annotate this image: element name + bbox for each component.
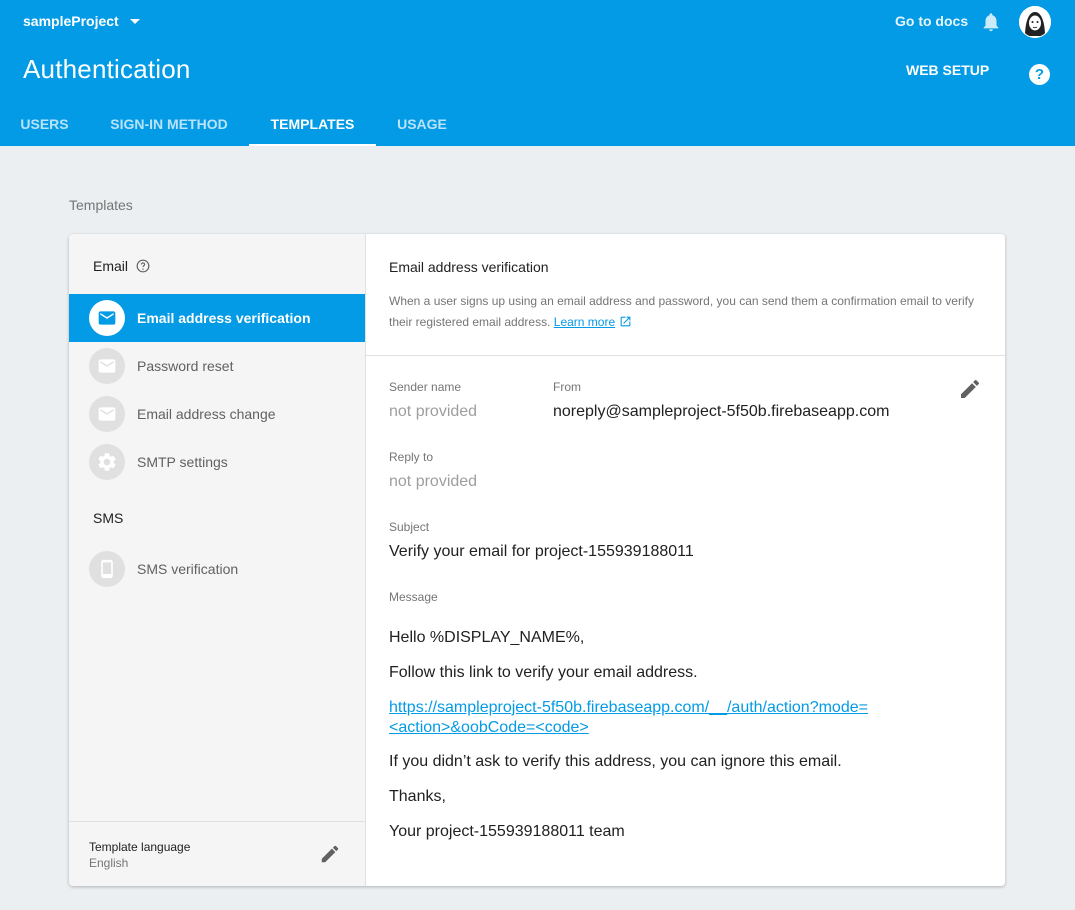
template-sidebar: Email Email address verification Passwor… — [69, 234, 366, 886]
description-text: When a user signs up using an email addr… — [389, 294, 974, 329]
from-label: From — [553, 380, 581, 394]
message-label: Message — [389, 590, 438, 604]
tab-sign-in-method[interactable]: SIGN-IN METHOD — [89, 100, 249, 146]
go-to-docs-link[interactable]: Go to docs — [895, 13, 968, 29]
avatar-illustration-icon — [1019, 6, 1051, 38]
app-header: sampleProject Go to docs Authentication … — [0, 0, 1075, 146]
subject-value: Verify your email for project-1559391880… — [389, 543, 694, 560]
page-title: Authentication — [23, 54, 191, 84]
sidebar-item-label: SMS verification — [137, 561, 239, 577]
mail-icon — [89, 348, 125, 384]
email-heading-label: Email — [93, 258, 129, 274]
sidebar-item-smtp-settings[interactable]: SMTP settings — [69, 438, 365, 486]
sms-section-heading: SMS — [93, 510, 123, 526]
sidebar-item-label: Email address verification — [137, 310, 311, 326]
reply-to-label: Reply to — [389, 450, 434, 464]
message-ignore-note: If you didn’t ask to verify this address… — [389, 753, 842, 770]
phone-icon — [89, 551, 125, 587]
template-language-value: English — [89, 856, 129, 870]
user-avatar[interactable] — [1019, 6, 1051, 38]
sidebar-item-label: SMTP settings — [137, 454, 228, 470]
template-detail-header: Email address verification When a user s… — [366, 234, 1005, 356]
sidebar-item-label: Email address change — [137, 406, 276, 422]
open-in-new-icon[interactable] — [619, 315, 632, 328]
templates-card: Email Email address verification Passwor… — [69, 234, 1005, 886]
edit-language-icon[interactable] — [319, 843, 341, 865]
message-signature: Your project-155939188011 team — [389, 823, 625, 840]
template-language-section: Template language English — [69, 821, 365, 886]
sidebar-item-label: Password reset — [137, 358, 234, 374]
message-thanks: Thanks, — [389, 788, 446, 805]
sidebar-item-email-address-verification[interactable]: Email address verification — [69, 294, 365, 342]
tab-usage[interactable]: USAGE — [376, 100, 468, 146]
verification-link[interactable]: https://sampleproject-5f50b.firebaseapp.… — [389, 698, 909, 738]
help-icon[interactable]: ? — [1029, 64, 1050, 85]
email-section-heading: Email — [93, 258, 150, 274]
notifications-icon[interactable] — [980, 10, 1002, 34]
template-detail-panel: Email address verification When a user s… — [366, 234, 1005, 886]
gear-icon — [89, 444, 125, 480]
sidebar-item-email-address-change[interactable]: Email address change — [69, 390, 365, 438]
section-label: Templates — [69, 197, 133, 213]
project-name: sampleProject — [23, 13, 119, 29]
edit-template-icon[interactable] — [958, 377, 982, 401]
template-language-label: Template language — [89, 840, 191, 854]
sms-heading-label: SMS — [93, 510, 124, 526]
tab-templates[interactable]: TEMPLATES — [249, 100, 376, 146]
help-outline-icon[interactable] — [136, 259, 150, 273]
learn-more-link[interactable]: Learn more — [554, 315, 615, 329]
sender-name-label: Sender name — [389, 380, 462, 394]
web-setup-button[interactable]: WEB SETUP — [906, 62, 989, 78]
chevron-down-icon — [129, 18, 140, 24]
template-description: When a user signs up using an email addr… — [389, 291, 989, 333]
mail-icon — [89, 300, 125, 336]
tab-users[interactable]: USERS — [0, 100, 89, 146]
sender-name-value: not provided — [389, 403, 478, 420]
tab-bar: USERS SIGN-IN METHOD TEMPLATES USAGE — [0, 100, 700, 146]
subject-label: Subject — [389, 520, 430, 534]
project-selector[interactable]: sampleProject — [23, 13, 140, 29]
reply-to-value: not provided — [389, 473, 478, 490]
template-title: Email address verification — [389, 259, 549, 275]
from-value: noreply@sampleproject-5f50b.firebaseapp.… — [553, 403, 890, 420]
message-greeting: Hello %DISPLAY_NAME%, — [389, 629, 585, 646]
sidebar-item-sms-verification[interactable]: SMS verification — [69, 545, 365, 593]
message-instruction: Follow this link to verify your email ad… — [389, 664, 698, 681]
sidebar-item-password-reset[interactable]: Password reset — [69, 342, 365, 390]
mail-icon — [89, 396, 125, 432]
